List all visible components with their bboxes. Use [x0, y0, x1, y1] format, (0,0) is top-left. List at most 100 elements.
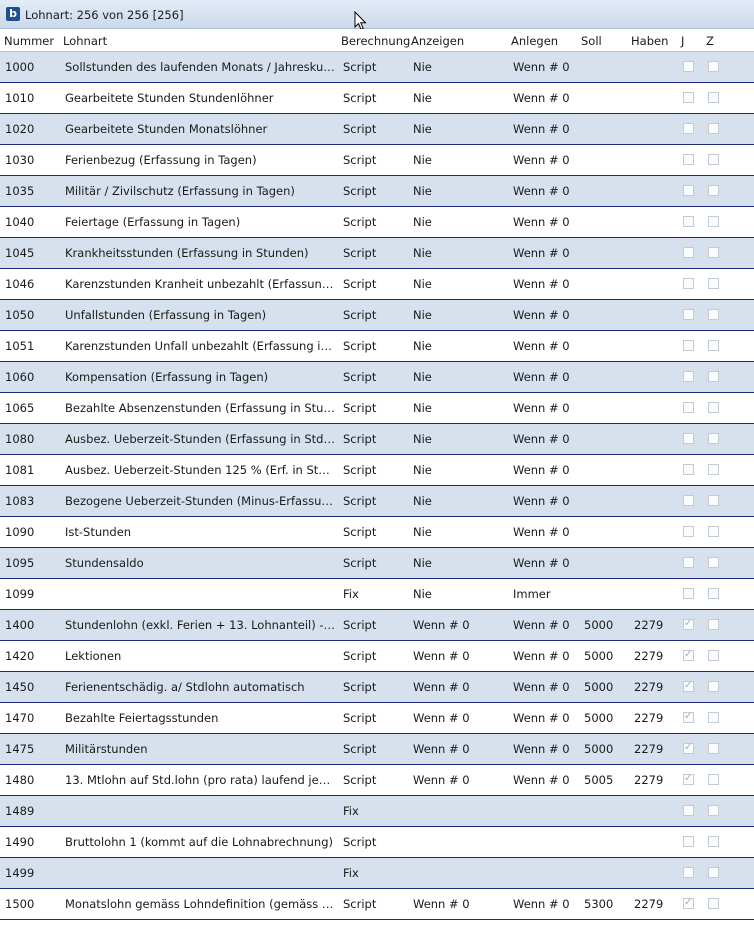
checkbox-j[interactable]	[683, 309, 694, 320]
checkbox-j[interactable]	[683, 495, 694, 506]
checkbox-z[interactable]	[708, 309, 719, 320]
checkbox-j[interactable]	[683, 588, 694, 599]
table-row[interactable]: 1400 Stundenlohn (exkl. Ferien + 13. Lohn…	[0, 610, 754, 641]
table-row[interactable]: 1020 Gearbeitete Stunden Monatslöhner Scri…	[0, 114, 754, 145]
checkbox-j[interactable]	[683, 278, 694, 289]
checkbox-z[interactable]	[708, 495, 719, 506]
checkbox-z[interactable]	[708, 278, 719, 289]
checkbox-z[interactable]	[708, 123, 719, 134]
checkbox-j[interactable]	[683, 464, 694, 475]
table-row[interactable]: 1030 Ferienbezug (Erfassung in Tagen) Scri…	[0, 145, 754, 176]
checkbox-z[interactable]	[708, 619, 719, 630]
checkbox-j[interactable]	[683, 805, 694, 816]
checkbox-z[interactable]	[708, 247, 719, 258]
checkbox-z[interactable]	[708, 898, 719, 909]
checkbox-j[interactable]: ✓	[683, 649, 694, 661]
checkbox-j[interactable]	[683, 61, 694, 72]
checkbox-j[interactable]	[683, 867, 694, 878]
checkbox-j[interactable]: ✓	[683, 680, 694, 692]
cell-anlegen: Wenn # 0	[513, 246, 570, 260]
checkbox-z[interactable]	[708, 61, 719, 72]
table-row[interactable]: 1080 Ausbez. Ueberzeit-Stunden (Erfassung…	[0, 424, 754, 455]
table-row[interactable]: 1489 Fix	[0, 796, 754, 827]
checkbox-j[interactable]	[683, 836, 694, 847]
checkbox-j[interactable]	[683, 247, 694, 258]
checkbox-j[interactable]	[683, 371, 694, 382]
checkbox-z[interactable]	[708, 433, 719, 444]
checkbox-z[interactable]	[708, 154, 719, 165]
cell-anlegen: Wenn # 0	[513, 556, 570, 570]
checkbox-z[interactable]	[708, 867, 719, 878]
checkbox-z[interactable]	[708, 340, 719, 351]
cell-anlegen: Wenn # 0	[513, 60, 570, 74]
checkbox-j[interactable]	[683, 123, 694, 134]
table-row[interactable]: 1035 Militär / Zivilschutz (Erfassung in …	[0, 176, 754, 207]
table-row[interactable]: 1500 Monatslohn gemäss Lohndefinition (ge…	[0, 889, 754, 920]
cell-anlegen: Wenn # 0	[513, 773, 570, 787]
column-header-z[interactable]: Z	[706, 34, 714, 48]
table-row[interactable]: 1010 Gearbeitete Stunden Stundenlöhner Scr…	[0, 83, 754, 114]
checkbox-j[interactable]	[683, 340, 694, 351]
table-row[interactable]: 1065 Bezahlte Absenzenstunden (Erfassung …	[0, 393, 754, 424]
table-row[interactable]: 1051 Karenzstunden Unfall unbezahlt (Erfa…	[0, 331, 754, 362]
checkbox-j[interactable]: ✓	[683, 773, 694, 785]
table-row[interactable]: 1450 Ferienentschädig. a/ Stdlohn automat…	[0, 672, 754, 703]
checkbox-z[interactable]	[708, 836, 719, 847]
column-header-anzeigen[interactable]: Anzeigen	[411, 34, 464, 48]
checkbox-j[interactable]	[683, 402, 694, 413]
column-header-berechnung[interactable]: Berechnung	[341, 34, 410, 48]
checkbox-z[interactable]	[708, 805, 719, 816]
table-row[interactable]: 1045 Krankheitsstunden (Erfassung in Stun…	[0, 238, 754, 269]
table-row[interactable]: 1040 Feiertage (Erfassung in Tagen) Script…	[0, 207, 754, 238]
table-row[interactable]: 1060 Kompensation (Erfassung in Tagen) Scr…	[0, 362, 754, 393]
checkbox-z[interactable]	[708, 216, 719, 227]
checkbox-j[interactable]	[683, 433, 694, 444]
checkbox-z[interactable]	[708, 402, 719, 413]
table-row[interactable]: 1490 Bruttolohn 1 (kommt auf die Lohnabre…	[0, 827, 754, 858]
table-row[interactable]: 1050 Unfallstunden (Erfassung in Tagen) Sc…	[0, 300, 754, 331]
checkbox-j[interactable]	[683, 216, 694, 227]
table-row[interactable]: 1420 Lektionen Script Wenn # 0 Wenn # 0 5000 2…	[0, 641, 754, 672]
checkbox-z[interactable]	[708, 526, 719, 537]
checkbox-z[interactable]	[708, 464, 719, 475]
column-header-lohnart[interactable]: Lohnart	[63, 34, 107, 48]
cell-lohnart: Ausbez. Ueberzeit-Stunden (Erfassung in …	[65, 432, 337, 446]
checkbox-z[interactable]	[708, 743, 719, 754]
table-row[interactable]: 1099 Fix Nie Immer	[0, 579, 754, 610]
checkmark-icon: ✓	[684, 711, 693, 722]
checkbox-z[interactable]	[708, 185, 719, 196]
column-header-anlegen[interactable]: Anlegen	[511, 34, 558, 48]
table-row[interactable]: 1083 Bezogene Ueberzeit-Stunden (Minus-Er…	[0, 486, 754, 517]
table-row[interactable]: 1499 Fix	[0, 858, 754, 889]
checkbox-j[interactable]	[683, 557, 694, 568]
table-row[interactable]: 1090 Ist-Stunden Script Nie Wenn # 0	[0, 517, 754, 548]
checkbox-z[interactable]	[708, 712, 719, 723]
checkbox-z[interactable]	[708, 557, 719, 568]
table-row[interactable]: 1480 13. Mtlohn auf Std.lohn (pro rata) l…	[0, 765, 754, 796]
checkbox-j[interactable]: ✓	[683, 897, 694, 909]
table-row[interactable]: 1470 Bezahlte Feiertagsstunden Script Wenn …	[0, 703, 754, 734]
column-header-haben[interactable]: Haben	[631, 34, 668, 48]
checkbox-z[interactable]	[708, 774, 719, 785]
checkbox-j[interactable]	[683, 185, 694, 196]
column-header-nummer[interactable]: Nummer	[4, 34, 54, 48]
checkbox-z[interactable]	[708, 588, 719, 599]
table-row[interactable]: 1046 Karenzstunden Kranheit unbezahlt (Er…	[0, 269, 754, 300]
checkbox-j[interactable]	[683, 154, 694, 165]
checkbox-z[interactable]	[708, 681, 719, 692]
column-header-j[interactable]: J	[681, 34, 684, 48]
checkbox-j[interactable]	[683, 92, 694, 103]
table-row[interactable]: 1095 Stundensaldo Script Nie Wenn # 0	[0, 548, 754, 579]
checkbox-z[interactable]	[708, 650, 719, 661]
column-header-soll[interactable]: Soll	[581, 34, 602, 48]
checkbox-j[interactable]: ✓	[683, 618, 694, 630]
table-row[interactable]: 1081 Ausbez. Ueberzeit-Stunden 125 % (Erf…	[0, 455, 754, 486]
checkbox-j[interactable]: ✓	[683, 742, 694, 754]
checkbox-j[interactable]	[683, 526, 694, 537]
checkbox-z[interactable]	[708, 92, 719, 103]
table-row[interactable]: 1475 Militärstunden Script Wenn # 0 Wenn # 0…	[0, 734, 754, 765]
checkbox-z[interactable]	[708, 371, 719, 382]
table-row[interactable]: 1000 Sollstunden des laufenden Monats / J…	[0, 52, 754, 83]
cell-berechnung: Script	[343, 122, 377, 136]
checkbox-j[interactable]: ✓	[683, 711, 694, 723]
